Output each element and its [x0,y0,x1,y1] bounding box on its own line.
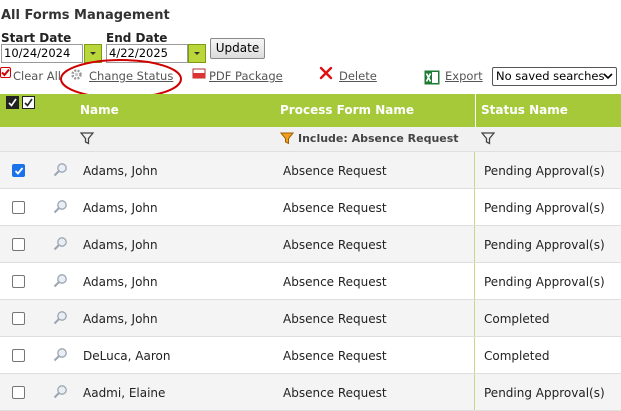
cell-process-form: Absence Request [283,238,387,252]
clear-all-link[interactable]: Clear All [13,69,61,83]
cell-process-form: Absence Request [283,312,387,326]
row-checkbox[interactable] [12,201,25,214]
cell-status: Pending Approval(s) [484,201,605,215]
magnifier-icon[interactable] [53,162,68,177]
pdf-icon [192,68,206,79]
cell-status: Pending Approval(s) [484,238,605,252]
saved-searches-value: No saved searches [496,69,605,83]
filter-active-icon[interactable] [280,132,294,145]
delete-link[interactable]: Delete [339,69,377,83]
saved-searches-select[interactable]: No saved searches [492,67,617,86]
column-divider [474,337,475,373]
magnifier-icon[interactable] [53,273,68,288]
update-button[interactable]: Update [210,38,265,59]
table-row[interactable]: Adams, John Absence Request Pending Appr… [0,189,621,226]
cell-status: Completed [484,312,550,326]
cell-status: Completed [484,349,550,363]
column-header-process-form[interactable]: Process Form Name [280,103,414,117]
row-checkbox[interactable] [12,386,25,399]
cell-status: Pending Approval(s) [484,275,605,289]
cell-name: Aadmi, Elaine [83,386,166,400]
chevron-down-icon [194,52,200,55]
select-toggle-icons[interactable] [6,96,36,110]
table-row[interactable]: DeLuca, Aaron Absence Request Completed [0,337,621,374]
column-divider [474,263,475,299]
cell-process-form: Absence Request [283,349,387,363]
cell-name: Adams, John [83,275,158,289]
cell-process-form: Absence Request [283,164,387,178]
end-date-label: End Date [106,31,168,45]
cell-process-form: Absence Request [283,201,387,215]
checkmark-icon [14,167,24,175]
row-checkbox[interactable] [12,238,25,251]
start-date-label: Start Date [1,31,72,45]
magnifier-icon[interactable] [53,384,68,399]
column-divider [474,152,475,188]
cell-name: DeLuca, Aaron [83,349,171,363]
cell-process-form: Absence Request [283,275,387,289]
magnifier-icon[interactable] [53,310,68,325]
cell-status: Pending Approval(s) [484,164,605,178]
cell-status: Pending Approval(s) [484,386,605,400]
row-checkbox[interactable] [12,349,25,362]
magnifier-icon[interactable] [53,199,68,214]
cell-name: Adams, John [83,312,158,326]
magnifier-icon[interactable] [53,236,68,251]
chevron-down-icon [603,73,613,80]
row-checkbox[interactable] [12,275,25,288]
page-title: All Forms Management [1,8,170,23]
column-divider [474,300,475,336]
column-divider [474,226,475,262]
cell-name: Adams, John [83,238,158,252]
cell-name: Adams, John [83,201,158,215]
column-header-status[interactable]: Status Name [481,103,568,117]
table-row[interactable]: Adams, John Absence Request Pending Appr… [0,263,621,300]
table-row[interactable]: Adams, John Absence Request Completed [0,300,621,337]
export-link[interactable]: Export [445,69,483,83]
chevron-down-icon [90,52,96,55]
row-checkbox[interactable] [12,164,25,177]
table-row[interactable]: Adams, John Absence Request Pending Appr… [0,226,621,263]
column-divider [474,374,475,410]
table-row[interactable]: Adams, John Absence Request Pending Appr… [0,152,621,189]
filter-icon[interactable] [481,132,495,145]
clear-all-checkbox-icon[interactable] [0,67,11,78]
cell-process-form: Absence Request [283,386,387,400]
excel-icon [424,70,440,85]
magnifier-icon[interactable] [53,347,68,362]
pdf-package-link[interactable]: PDF Package [209,69,283,83]
row-checkbox[interactable] [12,312,25,325]
column-divider [474,189,475,225]
end-date-picker-button[interactable] [188,44,206,63]
delete-icon [319,66,333,80]
filter-icon[interactable] [80,132,94,145]
table-row[interactable]: Aadmi, Elaine Absence Request Pending Ap… [0,374,621,411]
cell-name: Adams, John [83,164,158,178]
process-form-filter-text[interactable]: Include: Absence Request [298,131,459,147]
column-header-name[interactable]: Name [80,103,119,117]
